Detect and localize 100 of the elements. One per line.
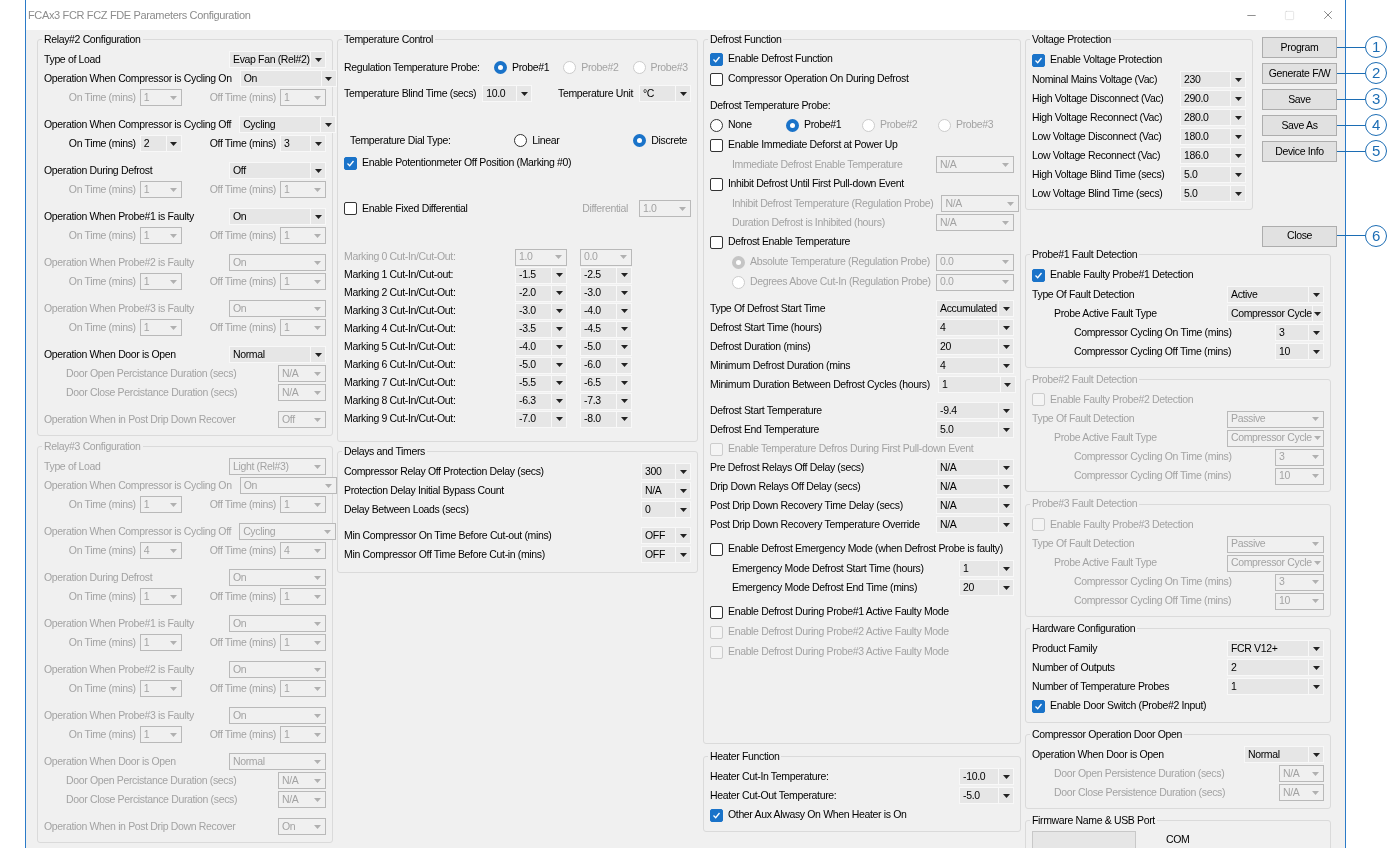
dropdown[interactable]: 5.0 (1180, 185, 1246, 203)
checkbox[interactable] (710, 542, 723, 556)
checkbox[interactable] (1032, 699, 1045, 713)
dropdown[interactable]: Compressor Cycle (1227, 305, 1324, 322)
dropdown[interactable]: 180.0 (1180, 128, 1246, 146)
dropdown[interactable]: Active (1227, 286, 1324, 303)
dropdown[interactable]: OFF (641, 546, 691, 564)
dropdown[interactable]: -5.0 (959, 787, 1014, 805)
dropdown[interactable]: N/A (936, 497, 1014, 515)
radio-button[interactable] (786, 118, 799, 132)
dropdown[interactable]: -10.0 (959, 768, 1014, 786)
dropdown[interactable]: FCR V12+ (1227, 640, 1324, 658)
checkbox[interactable] (710, 605, 723, 619)
checkbox[interactable] (710, 235, 723, 249)
dropdown[interactable]: N/A (936, 516, 1014, 534)
dropdown[interactable]: N/A (641, 482, 691, 500)
caret-icon (314, 621, 321, 626)
dropdown[interactable]: 1 (1227, 678, 1324, 696)
dropdown[interactable]: 20 (936, 338, 1014, 356)
checkbox[interactable] (1032, 53, 1045, 67)
checkbox[interactable] (710, 52, 723, 66)
dropdown[interactable]: -6.3 (515, 392, 567, 410)
radio-button[interactable] (494, 61, 507, 75)
dropdown[interactable]: -6.5 (580, 374, 632, 392)
dropdown[interactable]: 300 (641, 463, 691, 481)
dropdown[interactable]: 1 (937, 376, 1016, 394)
firmware-field[interactable] (1032, 831, 1136, 848)
field-label: Type Of Defrost Start Time (710, 301, 826, 314)
checkbox[interactable] (1032, 268, 1045, 282)
action-button[interactable]: Device Info (1262, 141, 1337, 162)
dropdown[interactable]: 2 (139, 135, 182, 153)
dropdown[interactable]: 1 (959, 560, 1014, 578)
checkbox[interactable] (710, 808, 723, 822)
dropdown[interactable]: Normal (1244, 746, 1324, 763)
caret-icon (314, 824, 321, 829)
dropdown[interactable]: -3.0 (515, 302, 567, 320)
dropdown[interactable]: N/A (936, 459, 1014, 477)
radio-button[interactable] (514, 134, 528, 148)
checkbox[interactable] (710, 72, 723, 86)
dropdown[interactable]: Evap Fan (Rel#2) (229, 51, 326, 69)
dropdown[interactable]: 20 (959, 579, 1014, 597)
dropdown[interactable]: 5.0 (936, 421, 1014, 439)
radio-button[interactable] (633, 134, 647, 148)
dropdown[interactable]: °C (639, 85, 691, 103)
dropdown[interactable]: 2 (1227, 659, 1324, 677)
dropdown[interactable]: 4 (936, 319, 1014, 337)
action-button[interactable]: Generate F/W (1262, 63, 1337, 84)
dropdown[interactable]: Normal (229, 346, 326, 364)
dropdown[interactable]: 186.0 (1180, 147, 1246, 165)
dropdown[interactable]: 290.0 (1180, 90, 1246, 108)
action-button[interactable]: Program (1262, 37, 1337, 58)
dropdown[interactable]: -9.4 (936, 402, 1014, 420)
dropdown[interactable]: 10 (1275, 343, 1324, 360)
dropdown[interactable]: OFF (641, 527, 691, 545)
dropdown[interactable]: -5.0 (515, 356, 567, 374)
dropdown[interactable]: N/A (936, 478, 1014, 496)
dropdown[interactable]: -4.0 (580, 302, 632, 320)
dropdown[interactable]: 0 (641, 501, 691, 519)
caret-icon (1002, 522, 1010, 527)
checkbox[interactable] (710, 177, 723, 191)
dropdown[interactable]: -7.0 (515, 410, 567, 428)
dropdown[interactable]: 3 (1275, 324, 1324, 341)
dropdown[interactable]: Accumulated (936, 300, 1014, 318)
dropdown[interactable]: 4 (936, 357, 1014, 375)
checkbox[interactable] (344, 156, 357, 170)
dropdown[interactable]: 5.0 (1180, 166, 1246, 184)
checkbox[interactable] (710, 138, 723, 152)
dropdown[interactable]: 10.0 (482, 85, 533, 103)
dropdown[interactable]: -2.5 (580, 266, 632, 284)
action-button[interactable]: Save (1262, 89, 1337, 110)
action-button[interactable]: Close (1262, 225, 1337, 247)
dropdown[interactable]: -2.0 (515, 284, 567, 302)
action-button[interactable]: Save As (1262, 115, 1337, 136)
field-label: Operation When Probe#2 is Faulty (44, 662, 194, 675)
dropdown[interactable]: On (229, 208, 326, 226)
dropdown[interactable]: -3.0 (580, 284, 632, 302)
dropdown[interactable]: 280.0 (1180, 109, 1246, 127)
dropdown[interactable]: -1.5 (515, 266, 567, 284)
dropdown[interactable]: -5.0 (580, 338, 632, 356)
caret-icon (555, 273, 563, 278)
group-title: Temperature Control (343, 32, 435, 47)
checkbox[interactable] (344, 202, 357, 216)
dropdown[interactable]: Off (229, 162, 326, 180)
field-label: Door Close Persistence Duration (secs) (1054, 785, 1226, 798)
dropdown[interactable]: -3.5 (515, 320, 567, 338)
dropdown[interactable]: 230 (1180, 71, 1246, 89)
dropdown[interactable]: Cycling (239, 116, 337, 134)
field-label: Drip Down Relays Off Delay (secs) (710, 479, 861, 492)
dropdown[interactable]: -4.0 (515, 338, 567, 356)
dropdown[interactable]: 3 (280, 135, 326, 153)
close-icon[interactable] (1321, 8, 1335, 22)
dropdown[interactable]: -6.0 (580, 356, 632, 374)
dropdown[interactable]: -8.0 (580, 410, 632, 428)
field-label: Enable Immediate Deforst at Power Up (728, 137, 898, 153)
callout-number: 3 (1365, 88, 1387, 110)
dropdown[interactable]: -4.5 (580, 320, 632, 338)
dropdown[interactable]: On (239, 70, 337, 88)
dropdown[interactable]: -7.3 (580, 392, 632, 410)
radio-button[interactable] (710, 118, 723, 132)
dropdown[interactable]: -5.5 (515, 374, 567, 392)
